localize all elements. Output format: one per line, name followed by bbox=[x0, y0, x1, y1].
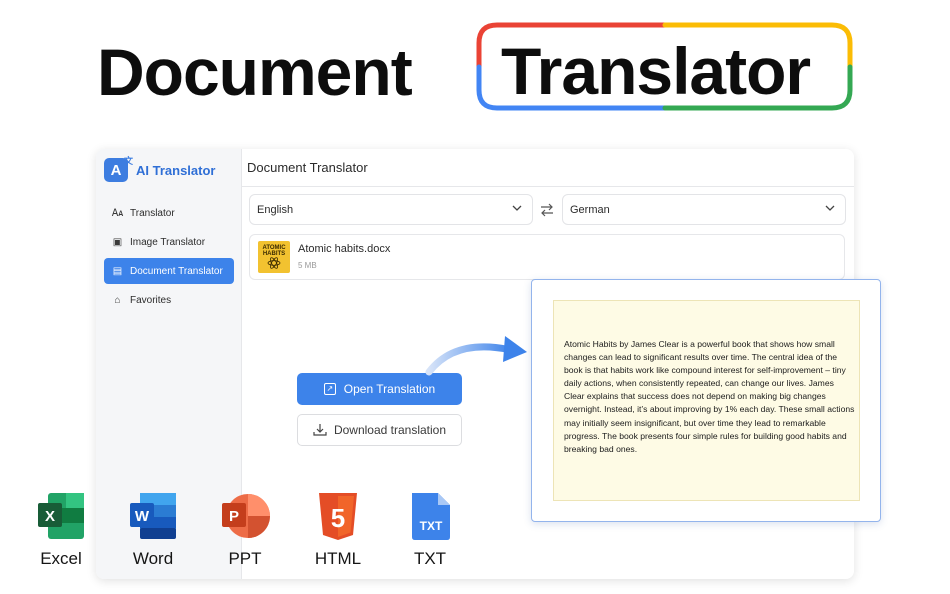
format-label: TXT bbox=[413, 549, 447, 568]
svg-text:TXT: TXT bbox=[420, 519, 443, 533]
curved-arrow-icon bbox=[425, 336, 527, 376]
sidebar-item-label: Translator bbox=[130, 207, 175, 219]
translated-text: Atomic Habits by James Clear is a powerf… bbox=[564, 339, 855, 454]
file-size: 5 MB bbox=[298, 261, 317, 270]
sidebar-item-label: Image Translator bbox=[130, 236, 206, 248]
hero-title-document: Document bbox=[97, 35, 413, 109]
excel-icon: X bbox=[38, 493, 84, 539]
download-icon bbox=[313, 424, 327, 436]
promo-stage: Document Translator A文 AI Translator 🗛 T… bbox=[0, 0, 950, 594]
hero-title-translator: Translator bbox=[501, 34, 811, 108]
format-label: Word bbox=[132, 549, 174, 568]
atom-icon bbox=[267, 257, 281, 269]
sidebar-item-translator[interactable]: 🗛 Translator bbox=[104, 200, 234, 226]
image-translate-icon: ▣ bbox=[112, 236, 123, 248]
translator-logo-icon: A文 bbox=[104, 156, 133, 182]
translation-preview-panel: Atomic Habits by James Clear is a powerf… bbox=[531, 279, 881, 522]
svg-text:5: 5 bbox=[331, 503, 345, 533]
external-link-icon: ↗ bbox=[323, 383, 336, 395]
source-language-value: English bbox=[257, 203, 294, 216]
html-icon: 5 bbox=[319, 493, 357, 540]
download-translation-button[interactable]: Download translation bbox=[297, 414, 462, 446]
target-language-value: German bbox=[570, 203, 610, 216]
chevron-down-icon bbox=[825, 205, 835, 211]
sidebar-item-favorites[interactable]: ⌂ Favorites bbox=[104, 287, 234, 313]
format-label: PPT bbox=[228, 549, 262, 568]
download-translation-label: Download translation bbox=[333, 423, 447, 437]
sidebar-item-image-translator[interactable]: ▣ Image Translator bbox=[104, 229, 234, 255]
svg-text:P: P bbox=[229, 508, 239, 525]
target-language-select[interactable]: German bbox=[562, 194, 846, 225]
txt-icon: TXT bbox=[412, 493, 450, 540]
svg-text:W: W bbox=[135, 508, 150, 525]
page-title: Document Translator bbox=[242, 149, 854, 187]
svg-text:X: X bbox=[45, 508, 55, 525]
brand[interactable]: A文 AI Translator bbox=[104, 156, 216, 182]
hero-title-translator-frame: Translator bbox=[475, 21, 854, 112]
sidebar-item-document-translator[interactable]: ▤ Document Translator bbox=[104, 258, 234, 284]
translate-icon: 🗛 bbox=[111, 207, 124, 219]
word-icon: W bbox=[130, 493, 176, 539]
sidebar-item-label: Favorites bbox=[130, 294, 172, 306]
supported-formats: X Excel W Word P PPT 5 HTML TXT TXT bbox=[0, 489, 500, 579]
source-language-select[interactable]: English bbox=[249, 194, 533, 225]
swap-languages-icon[interactable] bbox=[539, 202, 555, 218]
brand-name: AI Translator bbox=[136, 162, 216, 178]
uploaded-file-item[interactable]: ATOMIC HABITS Atomic habits.docx 5 MB bbox=[249, 234, 845, 280]
chevron-down-icon bbox=[512, 205, 522, 211]
favorites-icon: ⌂ bbox=[114, 294, 121, 306]
format-label: Excel bbox=[40, 549, 82, 568]
document-translate-icon: ▤ bbox=[112, 265, 123, 277]
open-translation-label: Open Translation bbox=[343, 382, 436, 396]
ppt-icon: P bbox=[222, 494, 270, 538]
sidebar-nav: 🗛 Translator ▣ Image Translator ▤ Docume… bbox=[104, 200, 234, 316]
format-label: HTML bbox=[314, 549, 362, 568]
translated-text-card: Atomic Habits by James Clear is a powerf… bbox=[553, 300, 860, 501]
sidebar-item-label: Document Translator bbox=[130, 265, 223, 277]
file-name: Atomic habits.docx bbox=[298, 243, 391, 255]
book-cover-thumbnail: ATOMIC HABITS bbox=[258, 241, 290, 273]
